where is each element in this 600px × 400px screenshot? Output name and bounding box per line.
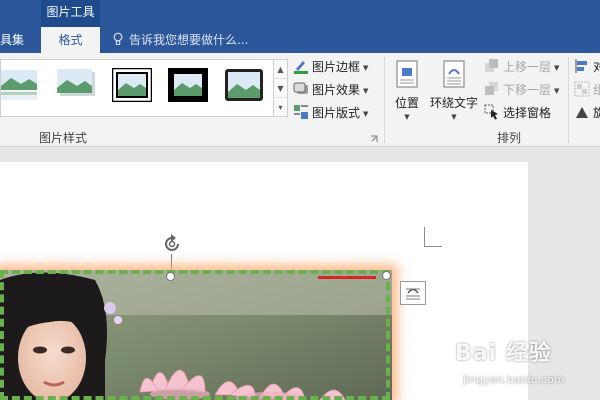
layout-options-icon: [406, 288, 420, 300]
resize-handle-top-right[interactable]: [382, 271, 391, 280]
rotate-icon: [576, 107, 588, 118]
watermark-main: Bai 经验: [455, 341, 552, 366]
watermark-sub: jingyan.baidu.com: [463, 373, 565, 386]
selected-picture[interactable]: [0, 270, 392, 400]
effects-icon: [293, 82, 308, 94]
lightbulb-icon: [113, 32, 123, 45]
layout-options-button[interactable]: [400, 281, 426, 305]
picture-layout-button[interactable]: 图片版式 ▼: [293, 102, 368, 124]
picture-style-thumb[interactable]: [224, 68, 264, 102]
send-backward-icon: [485, 82, 498, 95]
align-label: 对: [593, 60, 600, 74]
tab-partial[interactable]: 具集: [0, 30, 24, 50]
picture-style-thumb[interactable]: [56, 68, 96, 102]
align-icon: [575, 59, 587, 73]
picture-styles-gallery[interactable]: [0, 59, 274, 117]
group-separator: [384, 57, 385, 143]
bring-forward-button[interactable]: 上移一层 ▼: [484, 56, 559, 78]
wrap-text-icon: [443, 60, 465, 88]
position-button[interactable]: 位置 ▼: [389, 60, 425, 121]
bring-forward-label: 上移一层: [503, 60, 552, 74]
picture-border-button[interactable]: 图片边框 ▼: [293, 56, 368, 78]
picture-style-thumb[interactable]: [0, 68, 39, 102]
wrap-text-label: 环绕文字: [429, 96, 478, 110]
rotate-handle-icon[interactable]: [160, 232, 184, 256]
resize-handle-top[interactable]: [166, 272, 175, 281]
gallery-scroll[interactable]: ▲ ▼ ▾: [274, 59, 288, 117]
arrange-group-label: 排列: [497, 131, 522, 145]
column-separator: [568, 57, 569, 143]
ribbon: ▲ ▼ ▾ 图片边框 ▼ 图片效果 ▼ 图片版式 ▼ 图片样式 位置 ▼ 环绕文字 ▼…: [0, 53, 600, 147]
pen-border-icon: [294, 61, 308, 74]
send-backward-button[interactable]: 下移一层 ▼: [484, 79, 559, 101]
dialog-launcher-icon[interactable]: [370, 135, 378, 143]
selection-pane-button[interactable]: 选择窗格: [484, 102, 551, 124]
selection-pane-icon: [484, 104, 498, 120]
picture-style-thumb[interactable]: [168, 68, 208, 102]
group-label: 组: [593, 83, 600, 97]
picture-effects-button[interactable]: 图片效果 ▼: [293, 79, 368, 101]
picture-tools-context-label: 图片工具: [41, 0, 100, 27]
picture-style-thumb[interactable]: [112, 68, 152, 102]
wrap-text-button[interactable]: 环绕文字 ▼: [428, 60, 480, 121]
tab-format[interactable]: 格式: [41, 27, 100, 53]
tell-me-search[interactable]: 告诉我您想要做什么...: [113, 30, 248, 50]
tell-me-text: 告诉我您想要做什么...: [129, 33, 249, 47]
selection-pane-label: 选择窗格: [503, 106, 552, 120]
picture-border-label: 图片边框: [312, 60, 361, 74]
rotate-button[interactable]: 旋: [574, 102, 600, 124]
baidu-watermark: Bai 经验 jingyan.baidu.com: [455, 331, 595, 399]
bring-forward-icon: [485, 59, 498, 72]
portrait-photo: [0, 270, 392, 400]
group-icon: [574, 81, 590, 97]
align-button[interactable]: 对: [574, 56, 600, 78]
position-icon: [396, 60, 418, 88]
group-button[interactable]: 组: [574, 79, 600, 101]
position-label: 位置: [394, 96, 419, 110]
gallery-more-icon[interactable]: ▾: [274, 98, 287, 117]
send-backward-label: 下移一层: [503, 83, 552, 97]
picture-effects-label: 图片效果: [312, 83, 361, 97]
margin-corner-mark: [424, 227, 442, 247]
layout-icon: [294, 105, 308, 119]
gallery-up-icon[interactable]: ▲: [274, 60, 287, 79]
gallery-down-icon[interactable]: ▼: [274, 79, 287, 98]
rotate-label: 旋: [593, 106, 600, 120]
picture-styles-group-label: 图片样式: [39, 131, 88, 145]
picture-layout-label: 图片版式: [312, 106, 361, 120]
